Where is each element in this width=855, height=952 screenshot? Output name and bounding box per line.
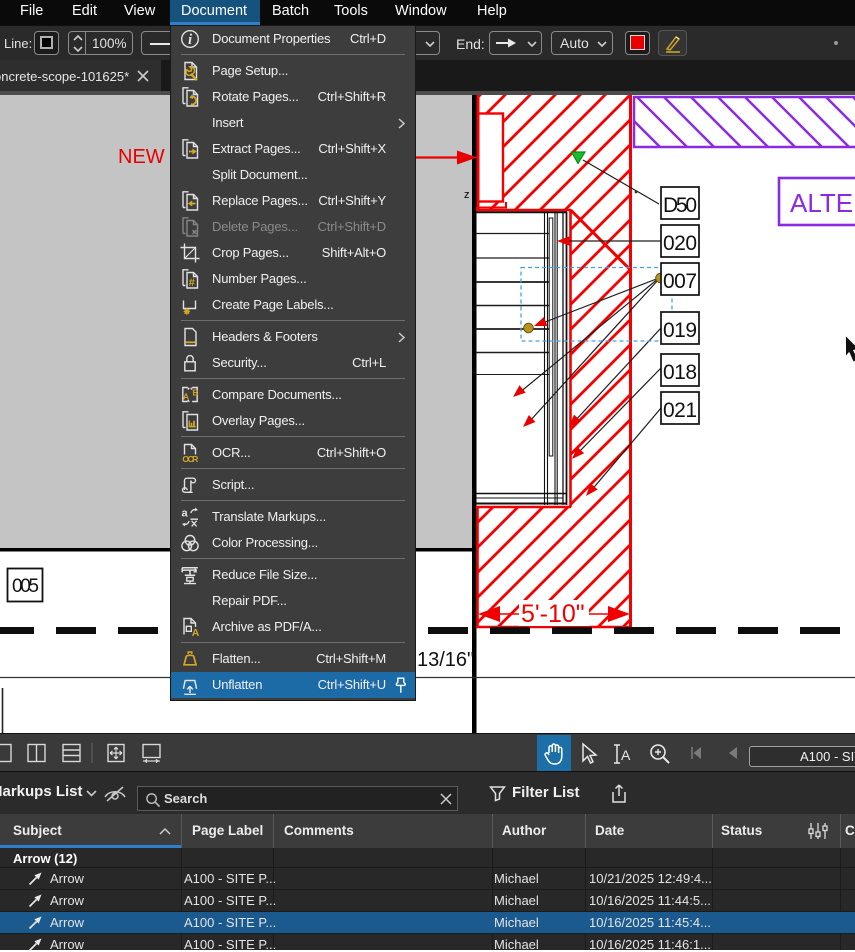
svg-text:005: 005: [12, 576, 39, 597]
svg-text:020: 020: [663, 232, 697, 255]
svg-text:A: A: [183, 392, 189, 402]
svg-text:#: #: [189, 277, 195, 289]
svg-text:A: A: [621, 747, 631, 763]
svg-text:A: A: [192, 627, 200, 637]
svg-text:5'-10": 5'-10": [521, 600, 585, 628]
svg-text:z: z: [464, 189, 470, 201]
svg-text:019: 019: [663, 319, 697, 342]
svg-text:13/16": 13/16": [417, 649, 474, 671]
svg-text:B: B: [192, 388, 198, 398]
svg-text:018: 018: [663, 361, 697, 384]
svg-text:i: i: [188, 32, 193, 48]
svg-text:021: 021: [663, 399, 697, 422]
svg-text:a: a: [182, 508, 189, 520]
svg-text:007: 007: [663, 270, 697, 293]
svg-text:D50: D50: [663, 194, 697, 217]
svg-text:ALTERN: ALTERN: [790, 188, 855, 218]
svg-text:OCR: OCR: [182, 454, 199, 463]
